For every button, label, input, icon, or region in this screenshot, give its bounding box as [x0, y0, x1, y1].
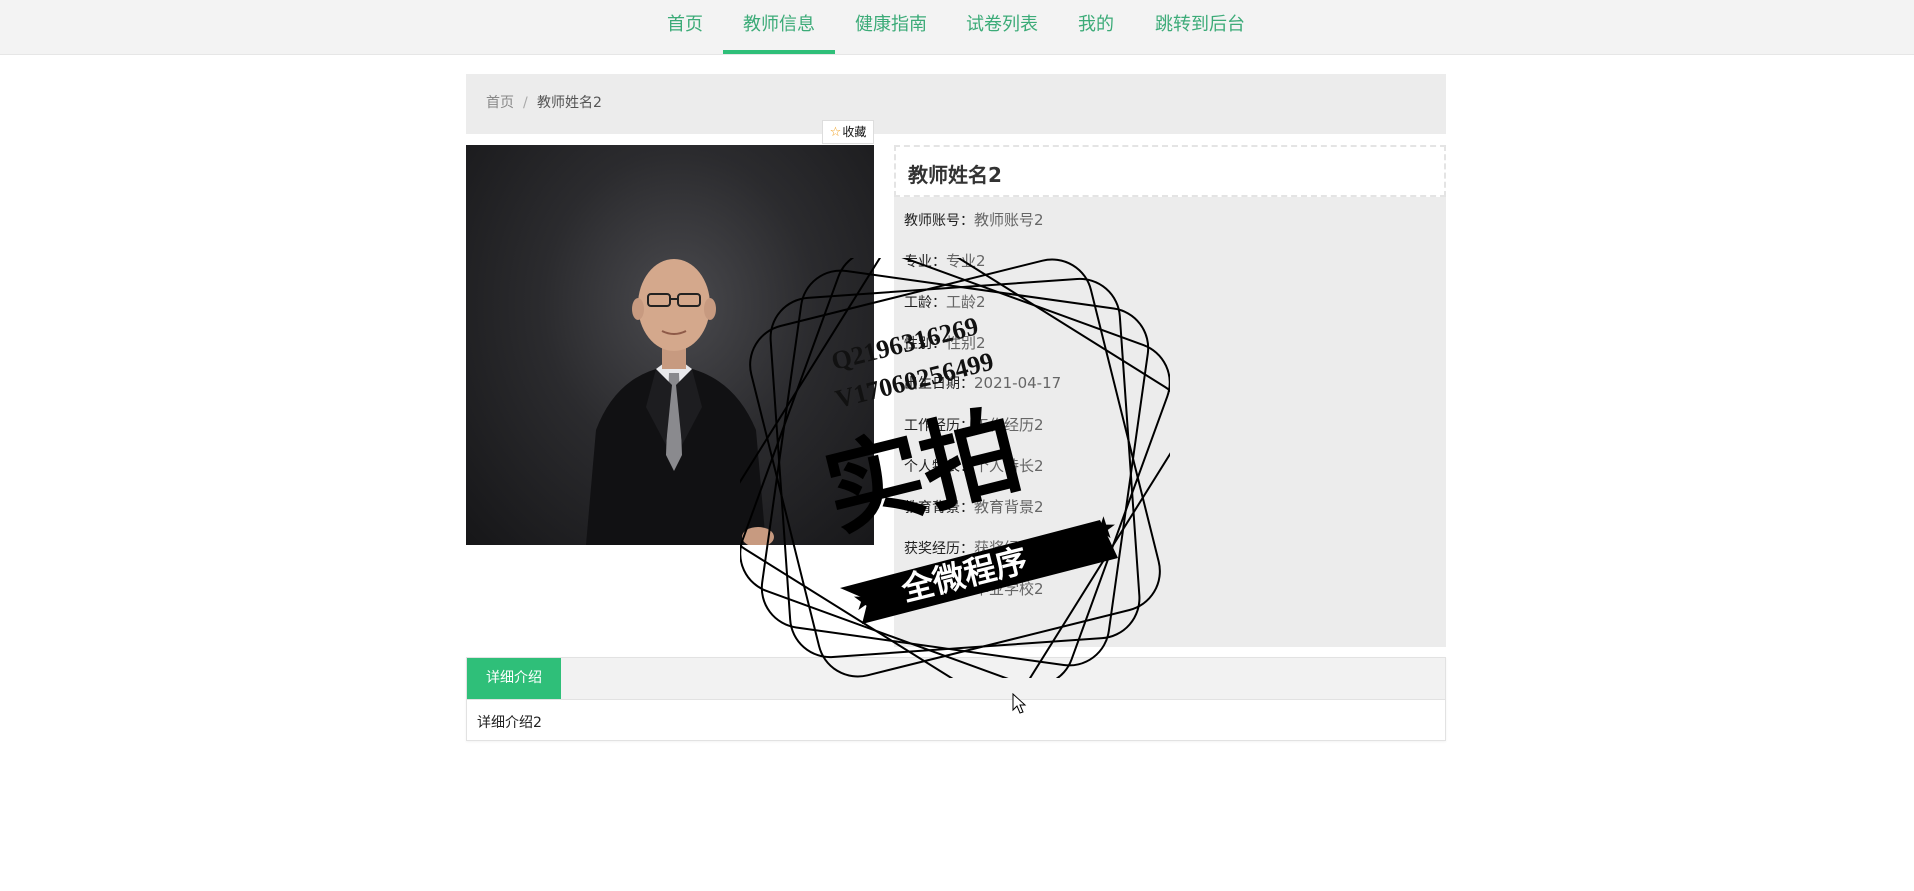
field-key: 专业： [904, 254, 946, 270]
detail-tabs: 详细介绍 详细介绍2 [466, 657, 1446, 741]
mouse-cursor-icon [1012, 693, 1027, 714]
nav-item-home[interactable]: 首页 [660, 0, 710, 54]
top-nav: 首页 教师信息 健康指南 试卷列表 我的 跳转到后台 [0, 0, 1914, 55]
field-value: 2021-04-17 [974, 374, 1062, 392]
teacher-name-box: 教师姓名2 [894, 145, 1446, 197]
tab-bar: 详细介绍 [467, 658, 1445, 700]
watermark-star-left-icon: ★ [852, 583, 879, 618]
teacher-portrait-illustration [586, 259, 774, 545]
teacher-photo [466, 145, 874, 545]
nav-item-teacher-info[interactable]: 教师信息 [723, 0, 835, 54]
field-major: 专业：专业2 [904, 250, 986, 271]
field-key: 出生日期： [904, 376, 974, 392]
field-birthdate: 出生日期：2021-04-17 [904, 373, 1061, 393]
field-value: 专业2 [946, 252, 986, 270]
nav-item-go-backend[interactable]: 跳转到后台 [1152, 0, 1248, 54]
field-value: 工作经历2 [974, 416, 1044, 434]
field-key: 性别： [904, 336, 946, 352]
favorite-button[interactable]: ☆收藏 [822, 120, 874, 144]
breadcrumb-current: 教师姓名2 [537, 95, 602, 111]
nav-item-health-guide[interactable]: 健康指南 [852, 0, 930, 54]
tab-content: 详细介绍2 [477, 715, 542, 731]
field-account: 教师账号：教师账号2 [904, 209, 1044, 230]
field-value: 教育背景2 [974, 498, 1044, 516]
field-key: 工作经历： [904, 418, 974, 434]
field-value: 个人特长2 [974, 457, 1044, 475]
field-key: 教师账号： [904, 213, 974, 229]
field-key: 教育背景： [904, 500, 974, 516]
field-years: 工龄：工龄2 [904, 291, 986, 312]
breadcrumb-separator: / [523, 95, 528, 111]
breadcrumb-home-link[interactable]: 首页 [486, 74, 514, 132]
field-key: 毕业学校： [904, 582, 974, 598]
breadcrumb: 首页 / 教师姓名2 [466, 74, 1446, 134]
field-value: 性别2 [946, 334, 986, 352]
tab-detail-intro[interactable]: 详细介绍 [467, 658, 561, 699]
field-key: 工龄： [904, 295, 946, 311]
teacher-name: 教师姓名2 [908, 163, 1002, 187]
field-work-experience: 工作经历：工作经历2 [904, 414, 1044, 435]
field-key: 个人特长： [904, 459, 974, 475]
field-value: 毕业学校2 [974, 580, 1044, 598]
field-graduate-school: 毕业学校：毕业学校2 [904, 578, 1044, 599]
teacher-info-panel: 教师姓名2 教师账号：教师账号2 专业：专业2 工龄：工龄2 性别：性别2 出生… [894, 145, 1446, 647]
favorite-label: 收藏 [842, 125, 867, 139]
nav-item-mine[interactable]: 我的 [1075, 0, 1117, 54]
nav-item-exam-list[interactable]: 试卷列表 [963, 0, 1041, 54]
field-value: 获奖经历2 [974, 539, 1044, 557]
field-key: 获奖经历： [904, 541, 974, 557]
field-awards: 获奖经历：获奖经历2 [904, 537, 1044, 558]
field-value: 工龄2 [946, 293, 986, 311]
field-gender: 性别：性别2 [904, 332, 986, 353]
field-value: 教师账号2 [974, 211, 1044, 229]
star-icon: ☆ [829, 125, 842, 140]
field-education: 教育背景：教育背景2 [904, 496, 1044, 517]
field-specialty: 个人特长：个人特长2 [904, 455, 1044, 476]
